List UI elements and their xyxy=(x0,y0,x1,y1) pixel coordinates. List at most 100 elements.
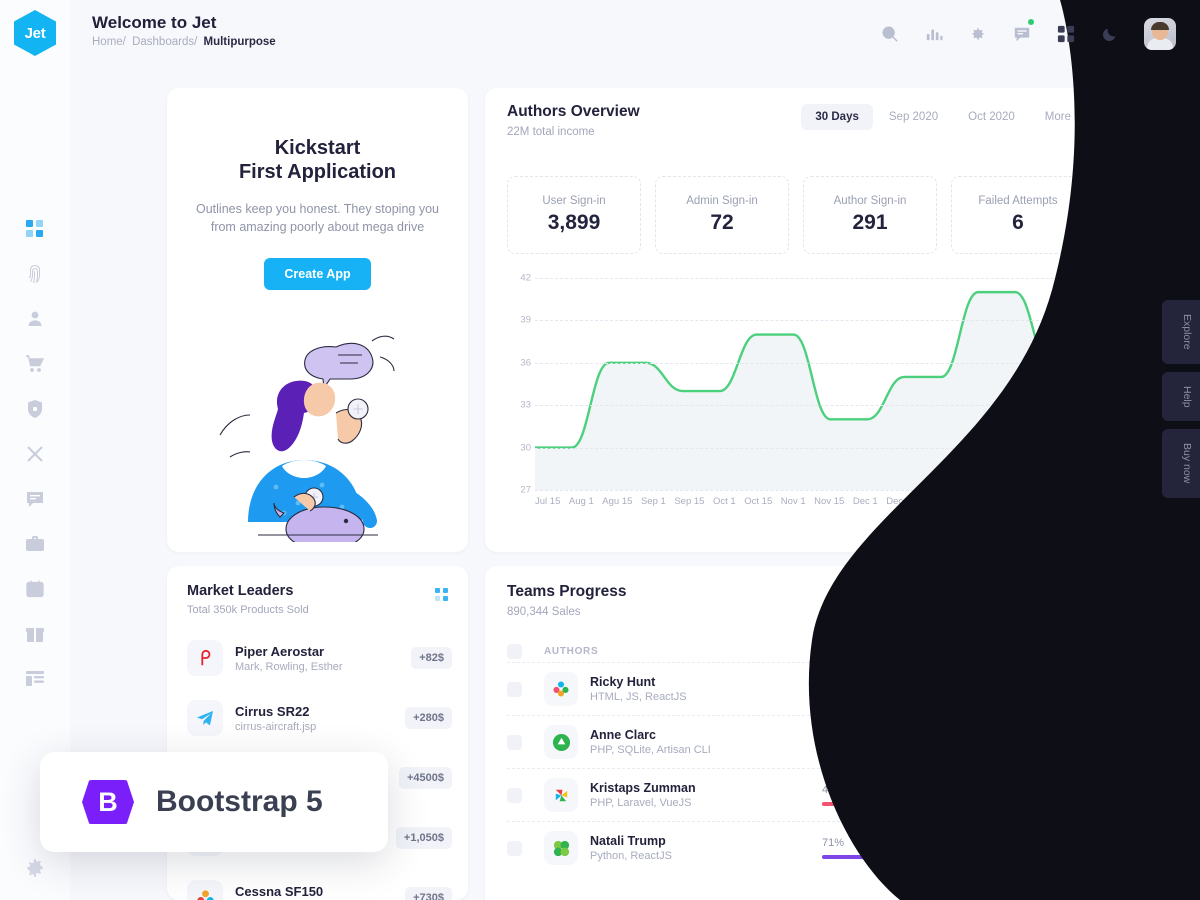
chart-gridline xyxy=(535,362,1089,364)
right-rail: Explore Help Buy now xyxy=(1162,300,1200,498)
sidebar-item-tools[interactable] xyxy=(22,441,48,467)
flower-icon xyxy=(187,880,223,900)
rail-tab-buy-now[interactable]: Buy now xyxy=(1162,429,1200,498)
bootstrap-logo-icon: B xyxy=(82,780,134,824)
bootstrap-logo-letter: B xyxy=(98,786,118,817)
top-header: Welcome to Jet Home/ Dashboards/ Multipu… xyxy=(70,0,1200,70)
teams-subtitle: 890,344 Sales xyxy=(507,606,581,618)
chart-y-axis: 27 30 33 36 39 42 xyxy=(507,273,531,496)
chart-y-tick: 39 xyxy=(520,314,531,326)
breadcrumb-dashboards[interactable]: Dashboards/ xyxy=(132,36,197,48)
column-authors: AUTHORS xyxy=(544,646,599,657)
kickstart-title: Kickstart First Application xyxy=(167,136,468,184)
row-checkbox[interactable] xyxy=(507,840,522,856)
chart-x-tick: Jul 15 xyxy=(535,496,561,507)
stat-admin-signin: Admin Sign-in 72 xyxy=(655,176,789,254)
kickstart-card: Kickstart First Application Outlines kee… xyxy=(167,88,468,552)
breadcrumb-home[interactable]: Home/ xyxy=(92,36,126,48)
row-checkbox[interactable] xyxy=(507,681,522,697)
list-item-amount: +280$ xyxy=(405,707,452,729)
stat-value: 6 xyxy=(1012,211,1024,234)
list-item-amount: +1,050$ xyxy=(395,827,452,849)
chart-x-tick: Oct 15 xyxy=(744,496,773,507)
rail-tab-explore[interactable]: Explore xyxy=(1162,300,1200,364)
author-name: Natali Trump xyxy=(590,834,666,848)
list-item-amount: +82$ xyxy=(411,647,452,669)
list-item-name: Cessna SF150 xyxy=(235,883,324,899)
sidebar-item-user[interactable] xyxy=(22,306,48,332)
teams-title: Teams Progress xyxy=(507,583,627,600)
tab-30-days[interactable]: 30 Days xyxy=(801,104,873,130)
chart-x-tick: Aug 1 xyxy=(568,496,594,507)
stat-value: 291 xyxy=(852,211,888,234)
sidebar-item-fingerprint[interactable] xyxy=(22,261,48,287)
grid-icon[interactable] xyxy=(1056,24,1076,44)
clover-icon xyxy=(544,831,578,865)
author-name: Anne Clarc xyxy=(590,728,656,742)
kickstart-subtitle: Outlines keep you honest. They stoping y… xyxy=(196,202,439,235)
bar-chart-icon[interactable] xyxy=(924,24,944,44)
chart-x-tick: Nov 1 xyxy=(780,496,806,507)
gear-icon[interactable] xyxy=(26,859,44,882)
stat-label: User Sign-in xyxy=(542,195,606,207)
stat-value: 3,899 xyxy=(547,211,601,234)
grid-dots-icon[interactable] xyxy=(435,588,448,601)
rail-tab-help[interactable]: Help xyxy=(1162,371,1200,422)
list-item-amount: +4500$ xyxy=(398,767,452,789)
chart-x-tick: Agu 15 xyxy=(602,496,633,507)
breadcrumb-current: Multipurpose xyxy=(203,36,276,48)
row-checkbox[interactable] xyxy=(507,734,522,750)
sidebar-item-briefcase[interactable] xyxy=(22,531,48,557)
chart-x-tick: Dec 1 xyxy=(852,496,878,507)
list-item[interactable]: Cessna SF150cessna-aircraft-class.jsp+73… xyxy=(187,868,452,900)
chart-y-tick: 42 xyxy=(520,272,531,284)
chart-x-tick: Oct 1 xyxy=(713,496,736,507)
chart-x-tick: Nov 15 xyxy=(814,496,845,507)
sidebar-nav: 31 xyxy=(22,216,48,692)
stat-user-signin: User Sign-in 3,899 xyxy=(507,176,641,254)
search-icon[interactable] xyxy=(880,24,900,44)
market-title: Market Leaders xyxy=(187,583,294,599)
row-checkbox[interactable] xyxy=(507,787,522,803)
list-item-text: Cirrus SR22 cirrus-aircraft.jsp xyxy=(235,704,405,733)
authors-range-tabs: 30 Days Sep 2020 Oct 2020 More xyxy=(801,104,1085,130)
recycle-icon xyxy=(544,725,578,759)
stat-value: 72 xyxy=(710,211,734,234)
stat-label: Author Sign-in xyxy=(833,195,907,207)
list-item-amount: +730$ xyxy=(405,887,452,900)
message-icon[interactable] xyxy=(1012,19,1034,44)
chart-gridline xyxy=(535,320,1089,322)
list-item-name: Cirrus SR22 xyxy=(235,703,310,719)
sidebar-item-calendar[interactable]: 31 xyxy=(22,576,48,602)
list-item[interactable]: Piper Aerostar Mark, Rowling, Esther +82$ xyxy=(187,628,452,688)
app-logo[interactable]: Jet xyxy=(14,10,56,56)
sidebar-item-chat[interactable] xyxy=(22,486,48,512)
chart-gridline xyxy=(535,278,1089,279)
create-app-button[interactable]: Create App xyxy=(264,258,371,291)
list-item[interactable]: Cirrus SR22 cirrus-aircraft.jsp +280$ xyxy=(187,688,452,748)
author-skills: PHP, SQLite, Artisan CLI xyxy=(590,744,711,756)
authors-title: Authors Overview xyxy=(507,103,640,120)
list-item-name: Piper Aerostar xyxy=(235,643,325,659)
tab-oct-2020[interactable]: Oct 2020 xyxy=(954,104,1029,130)
author-name: Kristaps Zumman xyxy=(590,781,696,795)
sidebar-item-layout[interactable] xyxy=(22,666,48,692)
authors-stats: User Sign-in 3,899 Admin Sign-in 72 Auth… xyxy=(507,176,1085,254)
moon-icon[interactable] xyxy=(1100,24,1120,44)
author-skills: HTML, JS, ReactJS xyxy=(590,691,687,703)
author-cell: Anne Clarc PHP, SQLite, Artisan CLI xyxy=(590,728,822,756)
avatar[interactable] xyxy=(1144,18,1176,50)
tab-sep-2020[interactable]: Sep 2020 xyxy=(875,104,952,130)
sidebar-item-dashboard[interactable] xyxy=(22,216,48,242)
sparkle-icon[interactable] xyxy=(968,24,988,44)
select-all-checkbox[interactable] xyxy=(507,644,522,659)
header-actions xyxy=(880,18,1176,50)
chart-y-tick: 27 xyxy=(520,484,531,496)
author-skills: Python, ReactJS xyxy=(590,850,672,862)
sidebar-item-cart[interactable] xyxy=(22,351,48,377)
app-logo-text: Jet xyxy=(24,24,46,42)
pinwheel-icon xyxy=(544,778,578,812)
savings-illustration xyxy=(219,335,395,542)
sidebar-item-security[interactable] xyxy=(22,396,48,422)
sidebar-item-gift[interactable] xyxy=(22,621,48,647)
